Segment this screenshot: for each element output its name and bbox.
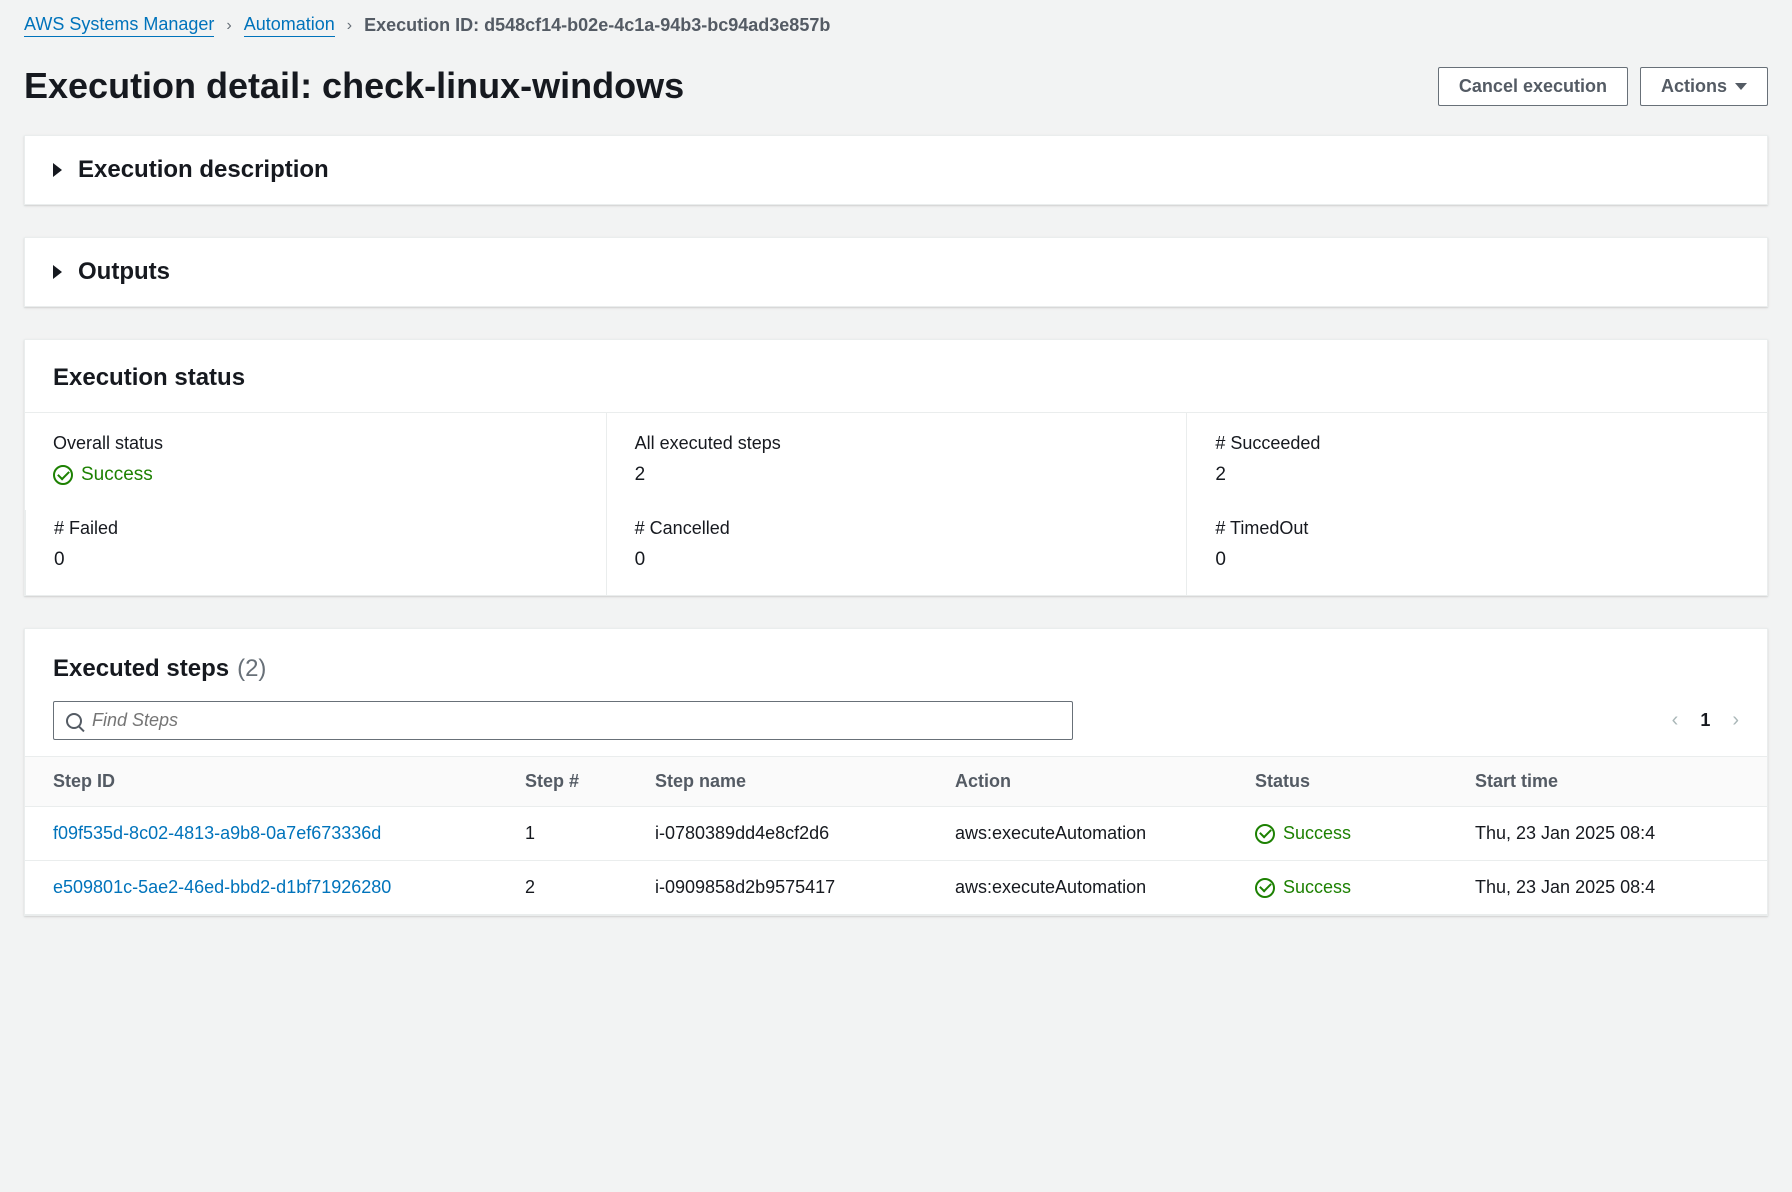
cancel-execution-button[interactable]: Cancel execution bbox=[1438, 67, 1628, 106]
step-name: i-0909858d2b9575417 bbox=[645, 861, 945, 915]
step-id-link[interactable]: e509801c-5ae2-46ed-bbd2-d1bf71926280 bbox=[53, 877, 391, 897]
executed-steps-title: Executed steps bbox=[53, 655, 229, 683]
triangle-right-icon bbox=[53, 163, 62, 177]
search-input-wrapper[interactable] bbox=[53, 701, 1073, 740]
step-start: Thu, 23 Jan 2025 08:4 bbox=[1465, 807, 1767, 861]
step-status: Success bbox=[1255, 877, 1455, 898]
executed-steps-value: 2 bbox=[635, 464, 1159, 486]
caret-down-icon bbox=[1735, 83, 1747, 90]
step-id-link[interactable]: f09f535d-8c02-4813-a9b8-0a7ef673336d bbox=[53, 823, 381, 843]
table-row: f09f535d-8c02-4813-a9b8-0a7ef673336d 1 i… bbox=[25, 807, 1767, 861]
succeeded-value: 2 bbox=[1215, 464, 1739, 486]
steps-table: Step ID Step # Step name Action Status S… bbox=[25, 756, 1767, 915]
breadcrumb-section[interactable]: Automation bbox=[244, 14, 335, 37]
check-circle-icon bbox=[53, 465, 73, 485]
check-circle-icon bbox=[1255, 824, 1275, 844]
step-action: aws:executeAutomation bbox=[945, 861, 1245, 915]
cancel-execution-label: Cancel execution bbox=[1459, 76, 1607, 97]
timedout-label: # TimedOut bbox=[1215, 518, 1739, 539]
step-start: Thu, 23 Jan 2025 08:4 bbox=[1465, 861, 1767, 915]
timedout-value: 0 bbox=[1215, 549, 1739, 571]
execution-status-title: Execution status bbox=[53, 364, 1739, 392]
outputs-title: Outputs bbox=[78, 258, 170, 286]
execution-description-toggle[interactable]: Execution description bbox=[25, 136, 1767, 204]
cancelled-label: # Cancelled bbox=[635, 518, 1159, 539]
page-title: Execution detail: check-linux-windows bbox=[24, 65, 684, 107]
step-action: aws:executeAutomation bbox=[945, 807, 1245, 861]
overall-status-label: Overall status bbox=[53, 433, 578, 454]
step-num: 1 bbox=[515, 807, 645, 861]
check-circle-icon bbox=[1255, 878, 1275, 898]
actions-button[interactable]: Actions bbox=[1640, 67, 1768, 106]
col-action[interactable]: Action bbox=[945, 757, 1245, 807]
pagination: ‹ 1 › bbox=[1672, 709, 1739, 732]
chevron-right-icon: › bbox=[226, 17, 231, 35]
col-status[interactable]: Status bbox=[1245, 757, 1465, 807]
actions-label: Actions bbox=[1661, 76, 1727, 97]
step-status: Success bbox=[1255, 823, 1455, 844]
search-input[interactable] bbox=[92, 710, 1060, 731]
table-row: e509801c-5ae2-46ed-bbd2-d1bf71926280 2 i… bbox=[25, 861, 1767, 915]
col-step-name[interactable]: Step name bbox=[645, 757, 945, 807]
outputs-toggle[interactable]: Outputs bbox=[25, 238, 1767, 306]
executed-steps-count: (2) bbox=[237, 655, 266, 683]
col-step-num[interactable]: Step # bbox=[515, 757, 645, 807]
execution-description-title: Execution description bbox=[78, 156, 329, 184]
overall-status-value: Success bbox=[53, 464, 578, 486]
step-name: i-0780389dd4e8cf2d6 bbox=[645, 807, 945, 861]
page-current: 1 bbox=[1700, 710, 1710, 731]
cancelled-value: 0 bbox=[635, 549, 1159, 571]
step-num: 2 bbox=[515, 861, 645, 915]
page-next[interactable]: › bbox=[1732, 709, 1739, 732]
succeeded-label: # Succeeded bbox=[1215, 433, 1739, 454]
page-prev[interactable]: ‹ bbox=[1672, 709, 1679, 732]
executed-steps-label: All executed steps bbox=[635, 433, 1159, 454]
failed-label: # Failed bbox=[54, 518, 578, 539]
breadcrumb-current: Execution ID: d548cf14-b02e-4c1a-94b3-bc… bbox=[364, 15, 830, 36]
triangle-right-icon bbox=[53, 265, 62, 279]
overall-status-text: Success bbox=[81, 464, 153, 486]
breadcrumb-root[interactable]: AWS Systems Manager bbox=[24, 14, 214, 37]
breadcrumb: AWS Systems Manager › Automation › Execu… bbox=[24, 0, 1768, 45]
col-start[interactable]: Start time bbox=[1465, 757, 1767, 807]
search-icon bbox=[66, 713, 82, 729]
col-step-id[interactable]: Step ID bbox=[25, 757, 515, 807]
failed-value: 0 bbox=[54, 549, 578, 571]
chevron-right-icon: › bbox=[347, 17, 352, 35]
step-status-text: Success bbox=[1283, 823, 1351, 844]
step-status-text: Success bbox=[1283, 877, 1351, 898]
